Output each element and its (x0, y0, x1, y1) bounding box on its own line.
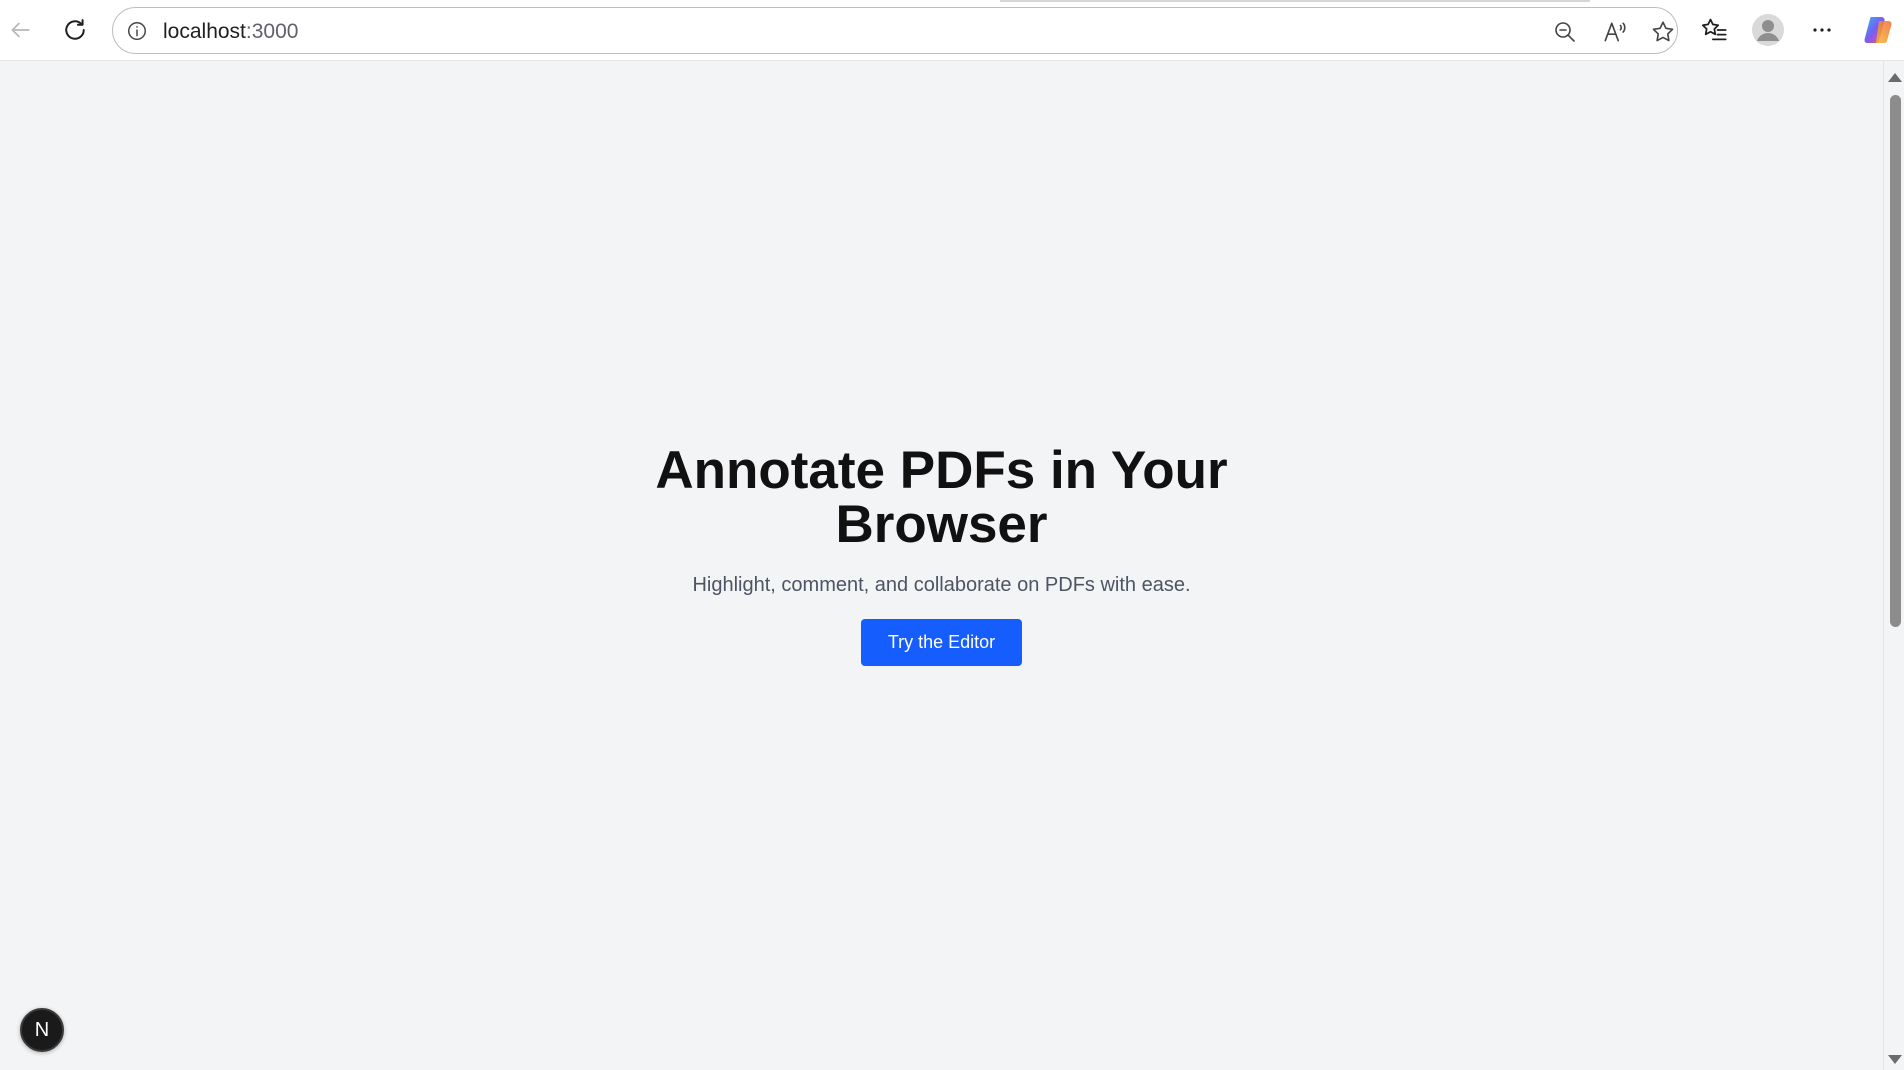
scroll-up-arrow-icon[interactable] (1888, 73, 1902, 82)
page-content: Annotate PDFs in Your Browser Highlight,… (0, 61, 1883, 1070)
address-text[interactable]: localhost:3000 (163, 20, 298, 44)
reload-icon[interactable] (55, 10, 95, 50)
read-aloud-icon[interactable] (1600, 17, 1630, 47)
profile-avatar-icon[interactable] (1748, 10, 1788, 50)
favorites-icon[interactable] (1694, 10, 1734, 50)
nextjs-dev-badge[interactable]: N (20, 1008, 64, 1052)
hero-section: Annotate PDFs in Your Browser Highlight,… (0, 61, 1883, 1070)
copilot-icon[interactable] (1858, 10, 1898, 50)
address-port: :3000 (245, 20, 299, 43)
vertical-scrollbar[interactable] (1883, 61, 1904, 1070)
zoom-out-icon[interactable] (1550, 17, 1580, 47)
hero-subtitle: Highlight, comment, and collaborate on P… (692, 573, 1191, 596)
hero-title: Annotate PDFs in Your Browser (655, 440, 1228, 554)
browser-toolbar: localhost:3000 (0, 0, 1904, 61)
loading-indicator (1000, 0, 1590, 2)
try-editor-button[interactable]: Try the Editor (861, 618, 1022, 666)
back-arrow-icon[interactable] (0, 10, 40, 50)
scroll-down-arrow-icon[interactable] (1888, 1055, 1902, 1064)
scroll-thumb[interactable] (1890, 95, 1901, 627)
info-icon[interactable] (125, 19, 149, 43)
address-bar[interactable]: localhost:3000 (112, 7, 1678, 54)
address-host: localhost (163, 20, 246, 43)
more-icon[interactable] (1802, 10, 1842, 50)
star-icon[interactable] (1648, 17, 1678, 47)
